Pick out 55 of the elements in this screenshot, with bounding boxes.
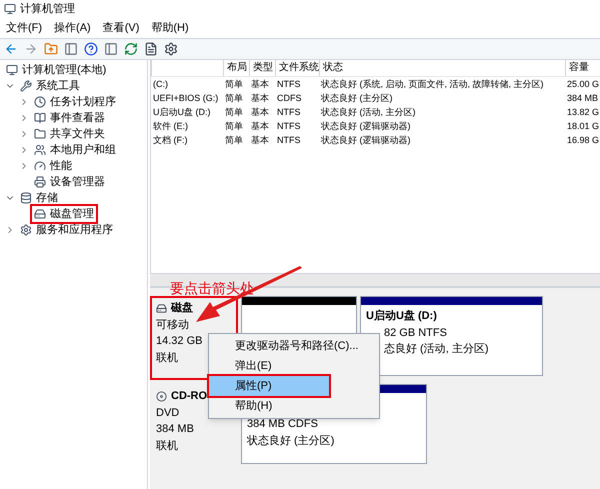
tree-label: 设备管理器 [50,174,105,190]
tree-label: 计算机管理(本地) [22,62,106,78]
table-cell-text: (C:) [152,78,169,91]
table-cell-text: 简单 [224,134,244,147]
table-cell-text: NTFS [276,106,302,119]
tree-label: 共享文件夹 [50,126,105,142]
disk-detail: 可移动 [156,318,190,332]
disk-detail: 联机 [156,350,179,366]
table-cell-text: 16.98 G [566,134,599,147]
table-cell-text: 25.00 G [566,78,599,91]
table-cell-text: NTFS [276,120,302,133]
tree-label: 服务和应用程序 [36,222,113,238]
tree-label: 系统工具 [36,78,80,94]
table-cell-text: 13.82 G [566,106,599,119]
tree-label: 性能 [50,158,72,174]
table-cell-text: UEFI+BIOS (G:) [152,92,220,105]
table-cell-text: CDFS [276,92,302,105]
table-cell-text: 状态良好 (逻辑驱动器) [320,134,412,147]
table-cell-text: 384 MB [566,92,599,105]
table-cell-text: 基本 [250,134,270,147]
disk-detail: 384 MB [156,422,195,437]
table-cell-text: 状态良好 (系统, 启动, 页面文件, 活动, 故障转储, 主分区) [320,78,544,91]
tree-label: 磁盘管理 [50,206,94,222]
partition-detail: 态良好 (活动, 主分区) [384,342,490,357]
disk-detail: 14.32 GB [156,334,204,349]
table-cell-text: 基本 [250,120,270,133]
table-cell-text: NTFS [276,134,302,147]
table-cell-text: 基本 [250,78,270,91]
table-cell-text: 简单 [224,92,244,105]
table-cell-text: 简单 [224,106,244,119]
tree-label: 任务计划程序 [50,94,116,110]
partition-detail: 82 GB NTFS [384,326,448,340]
window-title: 计算机管理 [20,2,75,17]
partition-detail: 384 MB CDFS [247,417,319,432]
disk-detail: 联机 [156,438,179,454]
table-cell-text: 软件 (E:) [152,120,189,133]
table-cell-text: 状态良好 (逻辑驱动器) [320,120,412,133]
table-cell-text: 简单 [224,120,244,133]
tree-label: 事件查看器 [50,110,105,126]
partition-detail: 状态良好 (主分区) [247,434,336,448]
table-cell-text: 简单 [224,78,244,91]
table-cell-text: 文档 (F:) [152,134,188,147]
table-cell-text: U启动U盘 (D:) [152,106,212,119]
tree-label: 本地用户和组 [50,142,116,158]
tree-label: 存储 [36,190,58,206]
table-cell-text: 基本 [250,92,270,105]
partition-label: U启动U盘 (D:) [366,308,438,324]
disk-detail: DVD [156,406,180,420]
disk-name: CD-RO [171,389,208,404]
table-cell-text: 状态良好 (活动, 主分区) [320,106,416,119]
table-cell-text: NTFS [276,78,302,91]
table-cell-text: 18.01 G [566,120,599,133]
table-cell-text: 状态良好 (主分区) [320,92,394,105]
table-cell-text: 基本 [250,106,270,119]
disk-name: 磁盘 [171,301,193,316]
